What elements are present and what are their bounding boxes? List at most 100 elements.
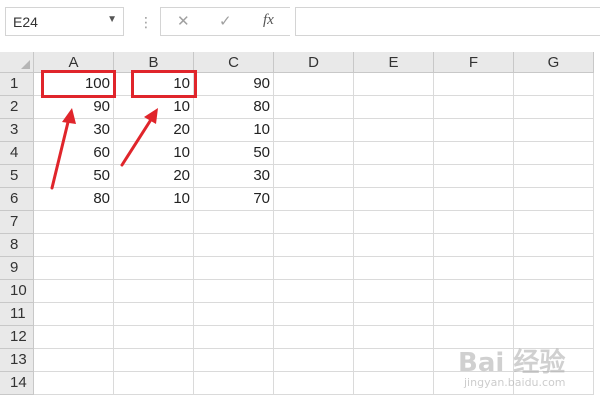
cell-d12[interactable] [274, 326, 354, 349]
select-all-corner[interactable] [0, 52, 34, 73]
cell-g1[interactable] [514, 73, 594, 96]
cancel-icon[interactable]: ✕ [177, 12, 190, 30]
cell-b12[interactable] [114, 326, 194, 349]
row-header-11[interactable]: 11 [0, 303, 34, 326]
cell-c4[interactable]: 50 [194, 142, 274, 165]
cell-a7[interactable] [34, 211, 114, 234]
row-header-8[interactable]: 8 [0, 234, 34, 257]
cell-g4[interactable] [514, 142, 594, 165]
row-header-14[interactable]: 14 [0, 372, 34, 395]
row-header-4[interactable]: 4 [0, 142, 34, 165]
cell-g12[interactable] [514, 326, 594, 349]
cell-b4[interactable]: 10 [114, 142, 194, 165]
cell-f7[interactable] [434, 211, 514, 234]
cell-a10[interactable] [34, 280, 114, 303]
cell-b8[interactable] [114, 234, 194, 257]
cell-d6[interactable] [274, 188, 354, 211]
cell-d11[interactable] [274, 303, 354, 326]
cell-a1[interactable]: 100 [34, 73, 114, 96]
cell-c5[interactable]: 30 [194, 165, 274, 188]
cell-a13[interactable] [34, 349, 114, 372]
cell-e4[interactable] [354, 142, 434, 165]
cell-b10[interactable] [114, 280, 194, 303]
name-box[interactable]: E24 ▼ [5, 7, 124, 36]
cell-c3[interactable]: 10 [194, 119, 274, 142]
column-header-f[interactable]: F [434, 52, 514, 73]
cell-f8[interactable] [434, 234, 514, 257]
cell-e6[interactable] [354, 188, 434, 211]
cell-d1[interactable] [274, 73, 354, 96]
cell-d4[interactable] [274, 142, 354, 165]
vertical-dots-icon[interactable]: ⋮ [139, 12, 153, 32]
cell-c11[interactable] [194, 303, 274, 326]
cell-c9[interactable] [194, 257, 274, 280]
enter-checkmark-icon[interactable]: ✓ [219, 12, 232, 30]
cell-f6[interactable] [434, 188, 514, 211]
cell-c8[interactable] [194, 234, 274, 257]
cell-a11[interactable] [34, 303, 114, 326]
cell-b7[interactable] [114, 211, 194, 234]
cell-f3[interactable] [434, 119, 514, 142]
cell-f10[interactable] [434, 280, 514, 303]
column-header-a[interactable]: A [34, 52, 114, 73]
cell-e7[interactable] [354, 211, 434, 234]
cell-g14[interactable] [514, 372, 594, 395]
chevron-down-icon[interactable]: ▼ [107, 14, 117, 25]
row-header-9[interactable]: 9 [0, 257, 34, 280]
row-header-12[interactable]: 12 [0, 326, 34, 349]
row-header-5[interactable]: 5 [0, 165, 34, 188]
cell-b13[interactable] [114, 349, 194, 372]
cell-f14[interactable] [434, 372, 514, 395]
cell-a12[interactable] [34, 326, 114, 349]
cell-f13[interactable] [434, 349, 514, 372]
cell-f1[interactable] [434, 73, 514, 96]
cell-e12[interactable] [354, 326, 434, 349]
cell-g13[interactable] [514, 349, 594, 372]
row-header-2[interactable]: 2 [0, 96, 34, 119]
cell-a8[interactable] [34, 234, 114, 257]
cell-d9[interactable] [274, 257, 354, 280]
cell-a14[interactable] [34, 372, 114, 395]
formula-input[interactable] [295, 7, 600, 36]
cell-g2[interactable] [514, 96, 594, 119]
cell-d5[interactable] [274, 165, 354, 188]
cell-b1[interactable]: 10 [114, 73, 194, 96]
cell-d8[interactable] [274, 234, 354, 257]
cell-g3[interactable] [514, 119, 594, 142]
cell-e11[interactable] [354, 303, 434, 326]
cell-b2[interactable]: 10 [114, 96, 194, 119]
cell-f12[interactable] [434, 326, 514, 349]
row-header-7[interactable]: 7 [0, 211, 34, 234]
cell-e3[interactable] [354, 119, 434, 142]
cell-b5[interactable]: 20 [114, 165, 194, 188]
cell-c14[interactable] [194, 372, 274, 395]
cell-g9[interactable] [514, 257, 594, 280]
cell-d14[interactable] [274, 372, 354, 395]
cell-a4[interactable]: 60 [34, 142, 114, 165]
row-header-10[interactable]: 10 [0, 280, 34, 303]
cell-e13[interactable] [354, 349, 434, 372]
cell-g10[interactable] [514, 280, 594, 303]
cell-g7[interactable] [514, 211, 594, 234]
column-header-c[interactable]: C [194, 52, 274, 73]
cell-e10[interactable] [354, 280, 434, 303]
cell-d3[interactable] [274, 119, 354, 142]
cell-e5[interactable] [354, 165, 434, 188]
cell-c1[interactable]: 90 [194, 73, 274, 96]
column-header-d[interactable]: D [274, 52, 354, 73]
row-header-13[interactable]: 13 [0, 349, 34, 372]
cell-d13[interactable] [274, 349, 354, 372]
cell-e9[interactable] [354, 257, 434, 280]
cell-g11[interactable] [514, 303, 594, 326]
cell-d2[interactable] [274, 96, 354, 119]
cell-d10[interactable] [274, 280, 354, 303]
cell-g5[interactable] [514, 165, 594, 188]
cell-b9[interactable] [114, 257, 194, 280]
cell-f4[interactable] [434, 142, 514, 165]
cell-g6[interactable] [514, 188, 594, 211]
cell-a5[interactable]: 50 [34, 165, 114, 188]
cell-c2[interactable]: 80 [194, 96, 274, 119]
cell-f5[interactable] [434, 165, 514, 188]
cell-a3[interactable]: 30 [34, 119, 114, 142]
cell-e8[interactable] [354, 234, 434, 257]
